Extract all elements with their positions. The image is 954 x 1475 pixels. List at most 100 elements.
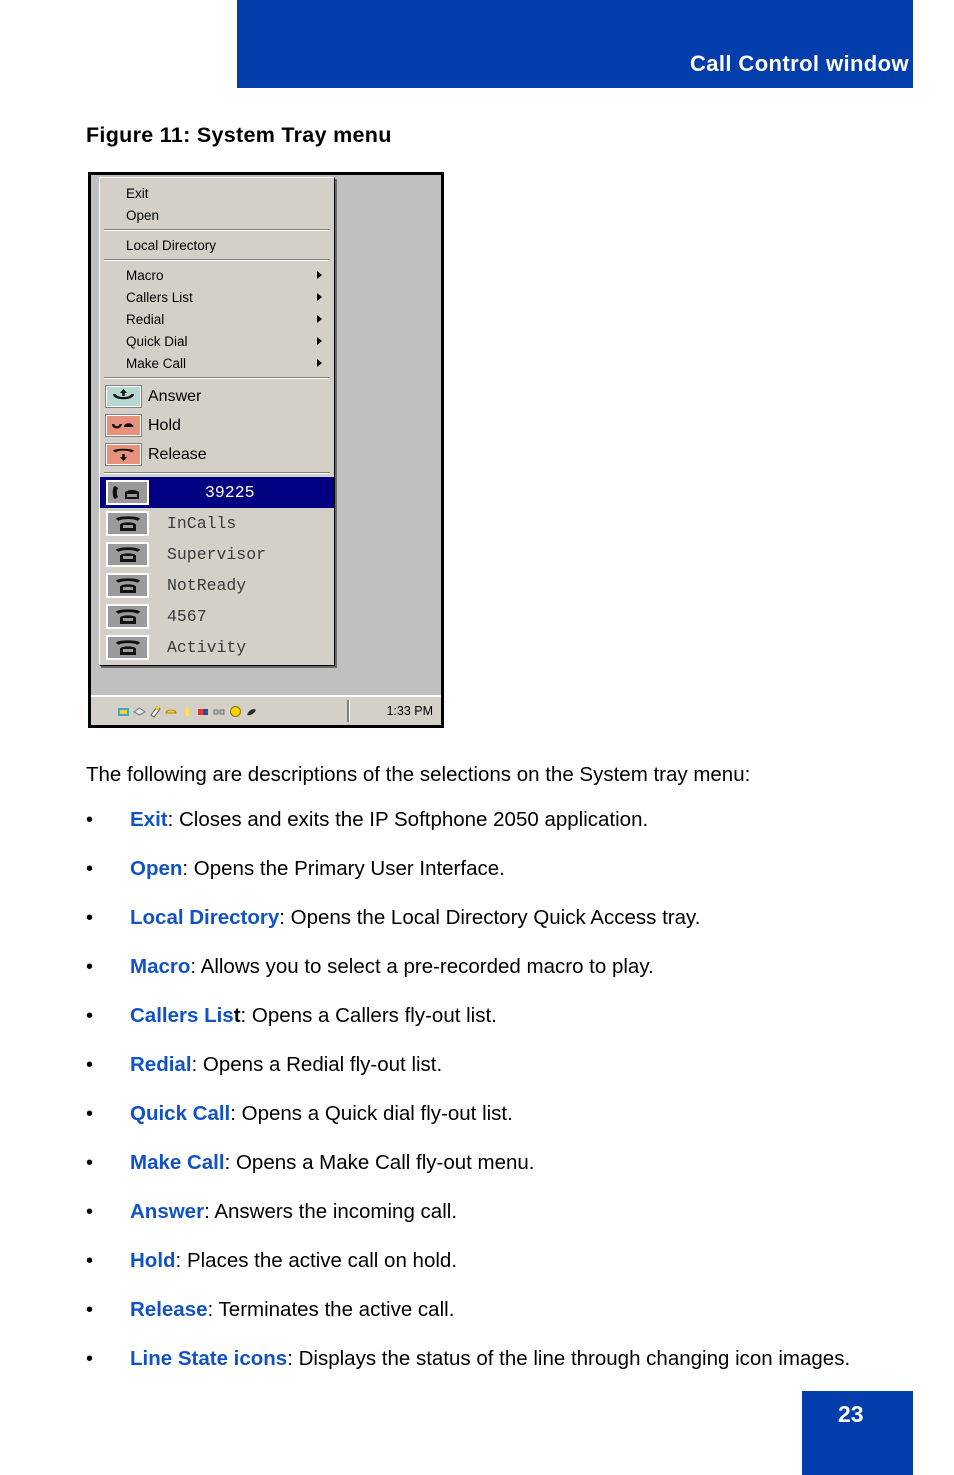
- menu-separator: [104, 229, 330, 231]
- term-description: : Closes and exits the IP Softphone 2050…: [167, 808, 649, 831]
- term-description: : Terminates the active call.: [207, 1298, 455, 1321]
- list-item: • Redial: Opens a Redial fly-out list.: [86, 1051, 886, 1079]
- submenu-arrow-icon: [317, 293, 322, 301]
- system-tray-context-menu: Exit Open Local Directory Macro Callers …: [99, 177, 335, 666]
- list-item: • Exit: Closes and exits the IP Softphon…: [86, 806, 886, 834]
- bullet-marker: •: [86, 1201, 94, 1223]
- tray-icon: [230, 706, 241, 717]
- menu-item-redial[interactable]: Redial: [100, 308, 334, 330]
- action-label: Answer: [148, 387, 202, 405]
- line-state-row-supervisor[interactable]: Supervisor: [100, 539, 334, 570]
- line-state-row-incalls[interactable]: InCalls: [100, 508, 334, 539]
- menu-item-label: Callers List: [126, 289, 193, 305]
- menu-item-hold[interactable]: Hold: [100, 411, 334, 440]
- line-state-label: NotReady: [167, 576, 247, 595]
- line-state-label: 4567: [167, 607, 207, 626]
- tray-icon: [150, 706, 161, 718]
- bullet-marker: •: [86, 809, 94, 831]
- line-state-label: InCalls: [167, 514, 237, 533]
- phone-icon: [106, 604, 149, 629]
- bullet-marker: •: [86, 1250, 94, 1272]
- bullet-marker: •: [86, 907, 94, 929]
- bullet-marker: •: [86, 1054, 94, 1076]
- intro-paragraph: The following are descriptions of the se…: [86, 763, 751, 786]
- taskbar-divider: [347, 700, 350, 722]
- menu-item-label: Macro: [126, 267, 164, 283]
- phone-icon: [106, 542, 149, 567]
- term-label: Callers Lis: [130, 1004, 234, 1027]
- menu-item-label: Redial: [126, 311, 165, 327]
- term-description: : Opens a Quick dial fly-out list.: [230, 1102, 513, 1125]
- line-state-row-39225[interactable]: 39225: [100, 477, 334, 508]
- term-label: Open: [130, 857, 183, 880]
- menu-item-label: Quick Dial: [126, 333, 188, 349]
- list-item: • Hold: Places the active call on hold.: [86, 1247, 886, 1275]
- term-label: Answer: [130, 1200, 205, 1223]
- term-label: Quick Call: [130, 1102, 231, 1125]
- menu-item-macro[interactable]: Macro: [100, 264, 334, 286]
- tray-icon: [198, 709, 208, 715]
- system-tray-screenshot-figure: Exit Open Local Directory Macro Callers …: [88, 172, 444, 728]
- bullet-marker: •: [86, 1152, 94, 1174]
- line-state-label: Activity: [167, 638, 247, 657]
- menu-item-exit[interactable]: Exit: [100, 182, 334, 204]
- term-label: Line State icons: [130, 1347, 288, 1370]
- menu-separator: [104, 259, 330, 261]
- term-tail: t: [233, 1004, 241, 1027]
- term-description: : Opens the Primary User Interface.: [182, 857, 505, 880]
- term-label: Hold: [130, 1249, 176, 1272]
- menu-item-quick-dial[interactable]: Quick Dial: [100, 330, 334, 352]
- line-state-row-activity[interactable]: Activity: [100, 632, 334, 663]
- term-description: : Opens a Callers fly-out list.: [240, 1004, 497, 1027]
- submenu-arrow-icon: [317, 271, 322, 279]
- term-description: : Opens a Redial fly-out list.: [191, 1053, 443, 1076]
- list-item: • Local Directory: Opens the Local Direc…: [86, 904, 886, 932]
- figure-caption: Figure 11: System Tray menu: [86, 123, 392, 147]
- term-description: : Opens a Make Call fly-out menu.: [224, 1151, 535, 1174]
- line-state-row-4567[interactable]: 4567: [100, 601, 334, 632]
- menu-item-make-call[interactable]: Make Call: [100, 352, 334, 374]
- bullet-marker: •: [86, 1348, 94, 1370]
- menu-item-label: Make Call: [126, 355, 187, 371]
- term-label: Macro: [130, 955, 191, 978]
- submenu-arrow-icon: [317, 315, 322, 323]
- list-item: • Quick Call: Opens a Quick dial fly-out…: [86, 1100, 886, 1128]
- action-label: Hold: [148, 416, 181, 434]
- term-description: : Opens the Local Directory Quick Access…: [279, 906, 701, 929]
- menu-item-label: Open: [126, 207, 160, 223]
- line-state-row-notready[interactable]: NotReady: [100, 570, 334, 601]
- release-handset-icon: [105, 443, 142, 466]
- page-header-title: Call Control window: [689, 51, 909, 76]
- action-label: Release: [148, 445, 207, 463]
- menu-item-open[interactable]: Open: [100, 204, 334, 226]
- bullet-marker: •: [86, 1299, 94, 1321]
- menu-item-local-directory[interactable]: Local Directory: [100, 234, 334, 256]
- menu-separator: [104, 377, 330, 379]
- phone-icon: [106, 511, 149, 536]
- answer-handset-icon: [105, 385, 142, 408]
- taskbar-clock: 1:33 PM: [386, 704, 433, 718]
- bullet-marker: •: [86, 1103, 94, 1125]
- bullet-marker: •: [86, 1005, 94, 1027]
- tray-icon: [133, 707, 146, 716]
- list-item: • Macro: Allows you to select a pre-reco…: [86, 953, 886, 981]
- line-state-label: Supervisor: [167, 545, 267, 564]
- tray-icon: [213, 709, 225, 715]
- page-number: 23: [838, 1401, 864, 1427]
- list-item: • Callers List: Opens a Callers fly-out …: [86, 1002, 886, 1030]
- term-description: : Answers the incoming call.: [204, 1200, 458, 1223]
- term-label: Exit: [130, 808, 168, 831]
- list-item: • Line State icons: Displays the status …: [86, 1345, 886, 1373]
- term-label: Local Directory: [130, 906, 280, 929]
- bullet-marker: •: [86, 956, 94, 978]
- menu-item-release[interactable]: Release: [100, 440, 334, 469]
- menu-separator: [104, 472, 330, 474]
- notification-area-icons: [117, 705, 258, 718]
- menu-item-label: Local Directory: [126, 237, 217, 253]
- list-item: • Open: Opens the Primary User Interface…: [86, 855, 886, 883]
- tray-icon: [118, 708, 129, 716]
- term-description: : Displays the status of the line throug…: [287, 1347, 851, 1370]
- menu-item-callers-list[interactable]: Callers List: [100, 286, 334, 308]
- menu-item-answer[interactable]: Answer: [100, 382, 334, 411]
- list-item: • Make Call: Opens a Make Call fly-out m…: [86, 1149, 886, 1177]
